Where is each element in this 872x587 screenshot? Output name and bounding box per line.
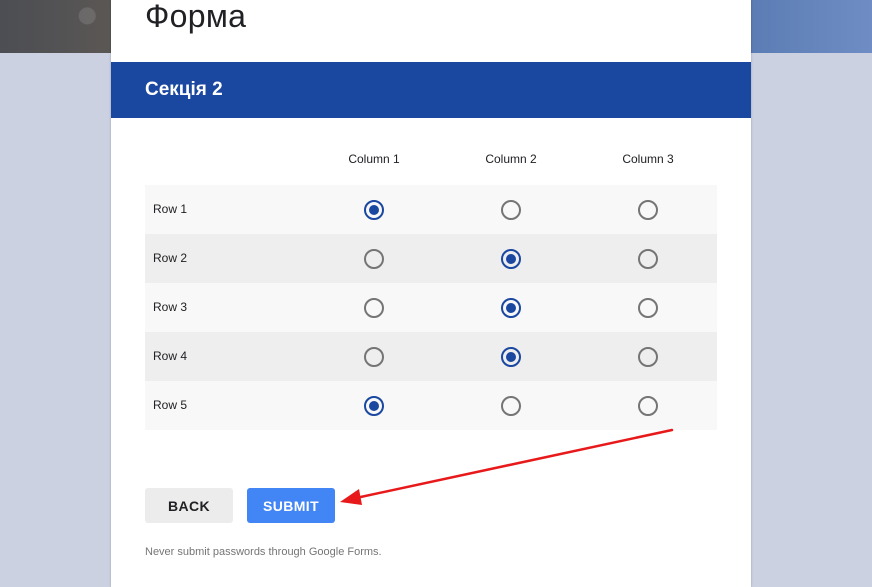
grid-row-5: Row 5 [145,381,717,430]
radio-row4-col3[interactable] [638,347,658,367]
row-label: Row 2 [153,251,188,265]
radio-row3-col3[interactable] [638,298,658,318]
radio-row1-col3[interactable] [638,200,658,220]
row-label: Row 3 [153,300,188,314]
form-card: Форма Секція 2 Column 1 Column 2 Column … [111,0,751,587]
radio-row1-col2[interactable] [501,200,521,220]
section-title: Секція 2 [145,79,223,100]
row-label: Row 5 [153,398,188,412]
grid-header: Column 1 Column 2 Column 3 [145,138,717,185]
grid-row-2: Row 2 [145,234,717,283]
grid-row-1: Row 1 [145,185,717,234]
radio-row3-col1[interactable] [364,298,384,318]
radio-row2-col3[interactable] [638,249,658,269]
radio-row3-col2[interactable] [501,298,521,318]
column-label-3: Column 3 [622,152,674,166]
radio-row4-col2[interactable] [501,347,521,367]
row-label: Row 1 [153,202,188,216]
radio-row4-col1[interactable] [364,347,384,367]
grid-row-3: Row 3 [145,283,717,332]
radio-row5-col2[interactable] [501,396,521,416]
radio-row2-col1[interactable] [364,249,384,269]
radio-row1-col1[interactable] [364,200,384,220]
row-label: Row 4 [153,349,188,363]
password-disclaimer: Never submit passwords through Google Fo… [145,546,382,558]
radio-row5-col3[interactable] [638,396,658,416]
radio-row5-col1[interactable] [364,396,384,416]
radio-row2-col2[interactable] [501,249,521,269]
section-header: Секція 2 [111,62,751,118]
column-label-1: Column 1 [348,152,400,166]
form-title: Форма [145,0,247,34]
grid-row-4: Row 4 [145,332,717,381]
back-button[interactable]: BACK [145,488,233,523]
submit-button[interactable]: SUBMIT [247,488,335,523]
multiple-choice-grid: Column 1 Column 2 Column 3 Row 1 Row 2 R… [145,138,717,430]
column-label-2: Column 2 [485,152,537,166]
